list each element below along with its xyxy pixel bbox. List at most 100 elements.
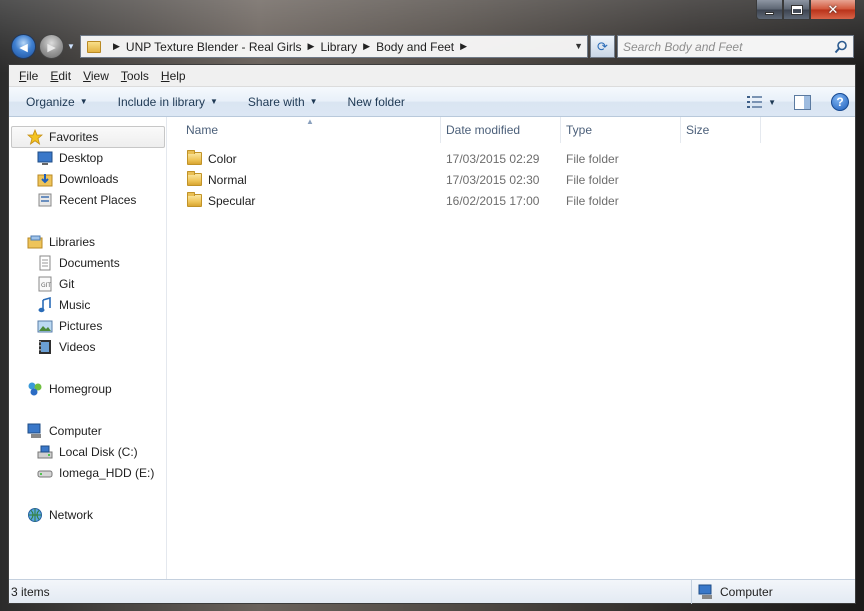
nav-favorites[interactable]: Favorites [27, 127, 98, 147]
nav-videos[interactable]: Videos [37, 337, 95, 357]
explorer-client: File Edit View Tools Help Organize ▼ Incl… [8, 64, 856, 604]
menu-file[interactable]: File [13, 69, 44, 83]
nav-recent-places[interactable]: Recent Places [37, 190, 136, 210]
folder-icon [187, 171, 202, 186]
breadcrumb-item[interactable]: Body and Feet [376, 40, 454, 54]
navigation-row: ◄ ► ▼ ▶ UNP Texture Blender - Real Girls… [10, 33, 854, 59]
search-input[interactable] [623, 39, 823, 54]
menu-bar: File Edit View Tools Help [9, 65, 855, 87]
menu-help[interactable]: Help [155, 69, 192, 83]
chevron-right-icon[interactable]: ▶ [363, 41, 370, 52]
column-type[interactable]: Type [561, 117, 681, 143]
refresh-icon: ⟳ [597, 38, 608, 54]
close-icon: ✕ [827, 1, 839, 17]
search-box[interactable] [617, 35, 854, 58]
forward-button[interactable]: ► [39, 34, 64, 59]
git-library-icon: GIT [38, 276, 52, 292]
minimize-button[interactable] [756, 0, 783, 20]
back-button[interactable]: ◄ [11, 34, 36, 59]
computer-icon [27, 423, 41, 438]
nav-git[interactable]: GIT Git [37, 274, 74, 294]
nav-desktop[interactable]: Desktop [37, 148, 103, 168]
item-count: 3 items [11, 585, 50, 599]
date-cell: 17/03/2015 02:29 [446, 151, 540, 166]
preview-pane-icon[interactable] [794, 94, 811, 110]
documents-icon [39, 255, 51, 271]
column-date-modified[interactable]: Date modified [441, 117, 561, 143]
menu-edit[interactable]: Edit [44, 69, 77, 83]
maximize-icon [790, 4, 803, 15]
share-with-button[interactable]: Share with ▼ [228, 87, 328, 116]
star-icon [27, 129, 43, 145]
svg-text:GIT: GIT [41, 282, 51, 289]
chevron-right-icon[interactable]: ▶ [308, 41, 315, 52]
nav-music[interactable]: Music [37, 295, 90, 315]
file-name-cell[interactable]: Normal [187, 169, 247, 190]
type-cell: File folder [566, 172, 619, 187]
change-view-icon[interactable] [746, 95, 764, 109]
date-cell: 17/03/2015 02:30 [446, 172, 540, 187]
homegroup-icon [28, 382, 42, 396]
new-folder-button[interactable]: New folder [328, 87, 415, 116]
music-icon [38, 297, 51, 313]
navigation-pane: Favorites Desktop Downloads Recent Place… [9, 117, 167, 580]
chevron-right-icon[interactable]: ▶ [113, 41, 120, 52]
date-cell: 16/02/2015 17:00 [446, 193, 540, 208]
address-bar[interactable]: ▶ UNP Texture Blender - Real Girls ▶ Lib… [80, 35, 588, 58]
videos-icon [39, 340, 51, 354]
local-disk-icon [37, 445, 53, 459]
external-drive-icon [37, 470, 53, 478]
file-list: Name ▲ Date modified Type Size Color 17/… [168, 117, 855, 580]
breadcrumb-item[interactable]: UNP Texture Blender - Real Girls [126, 40, 302, 54]
nav-downloads[interactable]: Downloads [37, 169, 118, 189]
nav-iomega-hdd[interactable]: Iomega_HDD (E:) [37, 463, 154, 483]
folder-icon [187, 150, 202, 165]
breadcrumb-item[interactable]: Library [320, 40, 357, 54]
sort-up-icon: ▲ [306, 117, 314, 126]
file-name-cell[interactable]: Specular [187, 190, 255, 211]
maximize-button[interactable] [783, 0, 810, 20]
type-cell: File folder [566, 193, 619, 208]
table-row[interactable]: Specular 16/02/2015 17:00 File folder [168, 190, 855, 211]
organize-button[interactable]: Organize ▼ [9, 87, 98, 116]
nav-documents[interactable]: Documents [37, 253, 120, 273]
close-button[interactable]: ✕ [810, 0, 856, 20]
caption-buttons: ✕ [756, 0, 856, 20]
chevron-right-icon[interactable]: ▶ [460, 41, 467, 52]
nav-libraries[interactable]: Libraries [27, 232, 95, 252]
search-icon[interactable] [834, 40, 848, 54]
file-name-cell[interactable]: Color [187, 148, 237, 169]
status-location: Computer [691, 580, 773, 604]
view-options-dropdown[interactable]: ▼ [768, 98, 776, 107]
nav-network[interactable]: Network [27, 505, 93, 525]
network-icon [28, 508, 42, 522]
refresh-button[interactable]: ⟳ [590, 35, 615, 58]
table-row[interactable]: Normal 17/03/2015 02:30 File folder [168, 169, 855, 190]
folder-icon [87, 40, 101, 53]
nav-homegroup[interactable]: Homegroup [27, 379, 112, 399]
menu-tools[interactable]: Tools [115, 69, 155, 83]
chevron-down-icon: ▼ [309, 97, 318, 106]
recent-pages-dropdown[interactable]: ▼ [67, 42, 75, 51]
command-bar: Organize ▼ Include in library ▼ Share with… [9, 87, 855, 117]
help-icon[interactable]: ? [831, 93, 849, 111]
table-row[interactable]: Color 17/03/2015 02:29 File folder [168, 148, 855, 169]
back-arrow-icon: ◄ [16, 38, 31, 55]
chevron-down-icon: ▼ [79, 97, 88, 106]
chevron-down-icon: ▼ [210, 97, 218, 106]
desktop-icon [37, 151, 53, 165]
nav-computer[interactable]: Computer [27, 421, 102, 441]
type-cell: File folder [566, 151, 619, 166]
status-bar: 3 items Computer [9, 579, 855, 604]
downloads-icon [37, 174, 53, 187]
address-dropdown-icon[interactable]: ▼ [574, 41, 583, 51]
forward-arrow-icon: ► [44, 38, 59, 55]
command-bar-right: ▼ ? [746, 87, 855, 117]
menu-view[interactable]: View [77, 69, 115, 83]
include-in-library-button[interactable]: Include in library ▼ [98, 87, 228, 116]
column-header: Name ▲ Date modified Type Size [168, 117, 855, 143]
nav-pictures[interactable]: Pictures [37, 316, 102, 336]
column-size[interactable]: Size [681, 117, 761, 143]
nav-local-disk[interactable]: Local Disk (C:) [37, 442, 138, 462]
recent-places-icon [38, 193, 52, 207]
